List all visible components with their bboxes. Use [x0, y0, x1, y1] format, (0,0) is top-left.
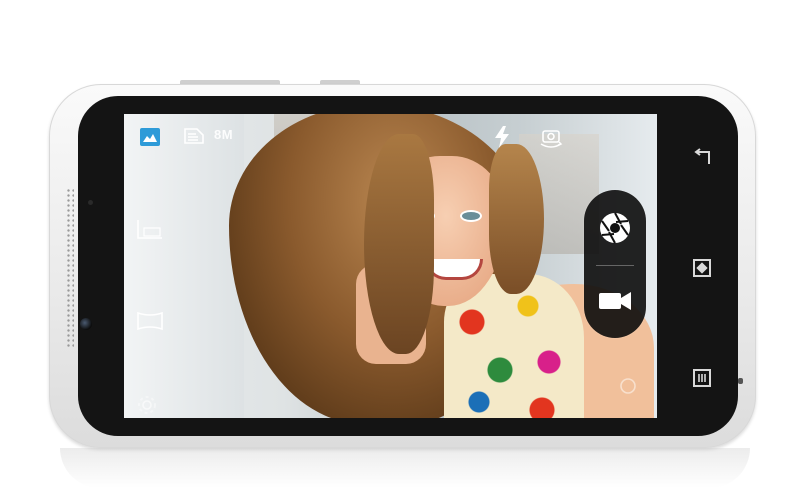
home-key[interactable] [691, 257, 713, 279]
capture-mode-panel [584, 190, 646, 338]
camera-viewfinder[interactable]: 8M [124, 114, 657, 418]
subject-hair-front [489, 144, 544, 294]
mode-divider [596, 265, 634, 266]
proximity-sensor [88, 200, 93, 205]
switch-camera-icon[interactable] [538, 126, 564, 148]
photo-shutter-button[interactable] [597, 210, 633, 246]
menu-icon [693, 369, 711, 387]
menu-key[interactable] [691, 367, 713, 389]
video-record-button[interactable] [597, 286, 633, 316]
scene-icon[interactable] [184, 128, 204, 144]
speaker-grille [66, 188, 74, 348]
background-window [124, 114, 244, 418]
subject-hair-front [364, 134, 434, 354]
last-photo-thumbnail-icon[interactable] [618, 376, 638, 396]
subject-eye [462, 212, 480, 220]
hdr-icon[interactable] [136, 218, 164, 240]
back-icon [694, 148, 710, 164]
back-key[interactable] [691, 147, 713, 169]
flash-icon[interactable] [494, 126, 510, 148]
shutter-icon [600, 212, 630, 244]
video-camera-icon [599, 292, 631, 310]
settings-icon[interactable] [136, 394, 158, 416]
front-camera [80, 318, 92, 330]
floor-reflection [60, 448, 750, 488]
resolution-label[interactable]: 8M [214, 127, 233, 142]
side-port [738, 378, 743, 384]
home-icon [693, 259, 711, 277]
gallery-icon[interactable] [140, 128, 160, 146]
panorama-icon[interactable] [136, 310, 164, 332]
